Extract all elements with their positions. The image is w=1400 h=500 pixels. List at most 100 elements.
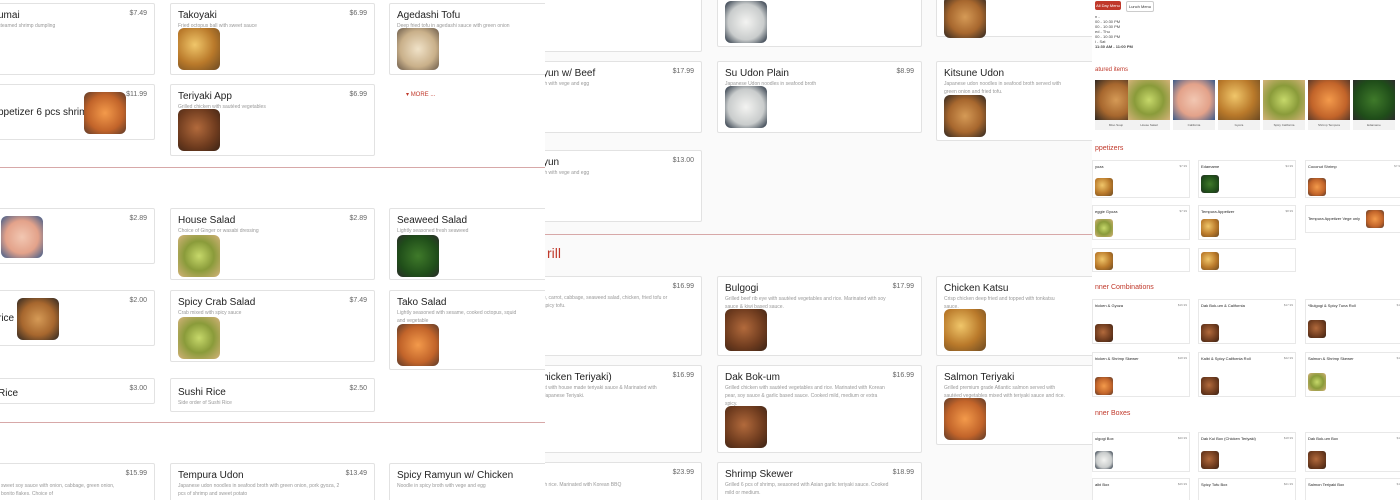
- item-desc: Choice of Ginger or wasabi dressing: [178, 228, 259, 234]
- menu-card[interactable]: Salmon & Shrimp Skewer $1: [1305, 352, 1400, 397]
- menu-card[interactable]: Coconut Shrimp $7.9: [1305, 160, 1400, 198]
- menu-card[interactable]: yoza $7.99: [1092, 160, 1190, 198]
- food-photo: [1095, 219, 1113, 237]
- menu-card[interactable]: hicken & Shrimp Skewer $18.99: [1092, 352, 1190, 397]
- card-name: Edamame: [1201, 164, 1220, 169]
- menu-item-card[interactable]: umai $7.49 steamed shrimp dumpling: [0, 3, 155, 75]
- menu-item-card[interactable]: [717, 0, 922, 47]
- menu-item-card[interactable]: Teriyaki App $6.99 Grilled chicken with …: [170, 84, 375, 156]
- item-name: umai: [0, 10, 20, 21]
- food-photo: [1, 216, 43, 258]
- item-desc: Grilled 6 pcs of shrimp, seasoned with A…: [725, 482, 889, 496]
- menu-item-card[interactable]: Spicy Crab Salad $7.49 Crab mixed with s…: [170, 290, 375, 362]
- menu-item-card[interactable]: Salmon Teriyaki Grilled premium grade At…: [936, 365, 1092, 445]
- menu-item-card[interactable]: hicken Teriyaki) $16.99 st with house ma…: [545, 365, 702, 453]
- menu-item-card[interactable]: Tako Salad Lightly seasoned with sesame,…: [389, 290, 545, 370]
- menu-item-card[interactable]: $16.99 e, carrot, cabbage, seaweed salad…: [545, 276, 702, 356]
- item-name: rice: [0, 313, 15, 324]
- menu-item-card[interactable]: ppetizer 6 pcs shrimp $11.99: [0, 84, 155, 140]
- food-photo: [1095, 252, 1113, 270]
- featured-item[interactable]: House Salad: [1128, 80, 1170, 130]
- menu-item-card[interactable]: $23.99 th rice. Marinated with Korean BB…: [545, 462, 702, 500]
- menu-item-card[interactable]: Shrimp Skewer $18.99 Grilled 6 pcs of sh…: [717, 462, 922, 500]
- more-link[interactable]: ▾ MORE ...: [406, 91, 435, 98]
- item-price: $16.99: [672, 372, 694, 379]
- menu-item-card[interactable]: [936, 0, 1092, 38]
- food-photo: [1201, 324, 1219, 342]
- menu-card[interactable]: Salmon Teriyaki Box $1: [1305, 478, 1400, 500]
- menu-item-card[interactable]: $2.89: [0, 208, 155, 264]
- food-photo: [944, 309, 986, 351]
- section-divider: [0, 167, 545, 168]
- menu-item-card[interactable]: Su Udon Plain $8.99 Japanese Udon noodle…: [717, 61, 922, 133]
- item-price: $6.99: [349, 91, 367, 98]
- appetizers-title: ppetizers: [1095, 145, 1124, 152]
- menu-item-card[interactable]: House Salad $2.89 Choice of Ginger or wa…: [170, 208, 375, 280]
- all-day-menu-button[interactable]: All Day Menu: [1095, 1, 1121, 10]
- menu-card[interactable]: Tempura Appetizer Vege only: [1305, 205, 1400, 233]
- menu-card[interactable]: [1092, 248, 1190, 272]
- item-desc: Lightly seasoned with sesame, cooked oct…: [397, 310, 517, 324]
- section-divider: [545, 234, 1092, 235]
- more-label: MORE ...: [410, 92, 436, 98]
- menu-item-card[interactable]: Spicy Ramyun w/ Chicken Noodle in spicy …: [389, 463, 545, 500]
- item-price: $16.99: [672, 283, 694, 290]
- menu-item-card[interactable]: Sushi Rice $2.50 Side order of Sushi Ric…: [170, 378, 375, 412]
- menu-card[interactable]: Kalbi & Spicy California Roll $22.99: [1198, 352, 1296, 397]
- featured-item[interactable]: Spicy California: [1263, 80, 1305, 130]
- menu-item-card[interactable]: Seaweed Salad Lightly seasoned fresh sea…: [389, 208, 545, 280]
- food-photo: [1366, 210, 1384, 228]
- menu-card[interactable]: albi Box $26.99: [1092, 478, 1190, 500]
- menu-item-card[interactable]: $15.99 sweet soy sauce with onion, cabba…: [0, 463, 155, 500]
- menu-card[interactable]: Dak Kui Box (Chicken Teriyaki) $18.99: [1198, 432, 1296, 472]
- menu-panel-middle: yun w/ Beef $17.99 th with vege and egg …: [545, 0, 1092, 500]
- item-desc: Grilled chicken with sautéed vegetables …: [725, 385, 885, 407]
- lunch-menu-button[interactable]: Lunch Menu: [1126, 1, 1154, 12]
- featured-item[interactable]: California: [1173, 80, 1215, 130]
- menu-card[interactable]: [1198, 248, 1296, 272]
- food-photo: [178, 235, 220, 277]
- menu-item-card[interactable]: yun $13.00 th with vege and egg: [545, 150, 702, 222]
- menu-card[interactable]: Edamame $4.99: [1198, 160, 1296, 198]
- menu-item-card[interactable]: Dak Bok-um $16.99 Grilled chicken with s…: [717, 365, 922, 453]
- menu-card[interactable]: Tempura Appetizer $8.99: [1198, 205, 1296, 240]
- menu-card[interactable]: eggie Gyoza $7.99: [1092, 205, 1190, 240]
- menu-item-card[interactable]: Chicken Katsu Crisp chicken deep fried a…: [936, 276, 1092, 356]
- item-desc: th with vege and egg: [545, 81, 590, 87]
- menu-card[interactable]: ulgogi Box $20.99: [1092, 432, 1190, 472]
- featured-item[interactable]: Edamame: [1353, 80, 1395, 130]
- food-photo: [725, 309, 767, 351]
- opening-hours: n - 00 - 10:30 PM 00 - 10:30 PM ed - Thu…: [1095, 14, 1133, 49]
- menu-card[interactable]: Dak Bok-um & California $17.99: [1198, 299, 1296, 344]
- menu-item-card[interactable]: Bulgogi $17.99 Grilled beef rib eye with…: [717, 276, 922, 356]
- item-name: Chicken Katsu: [944, 283, 1009, 294]
- card-price: $7.9: [1394, 164, 1400, 168]
- menu-item-card[interactable]: Agedashi Tofu Deep fried tofu in agedash…: [389, 3, 545, 75]
- item-name: Seaweed Salad: [397, 215, 468, 226]
- item-price: $2.89: [129, 215, 147, 222]
- food-photo: [1201, 175, 1219, 193]
- item-desc: steamed shrimp dumpling: [0, 23, 56, 29]
- food-photo: [725, 1, 767, 43]
- food-photo: [1095, 178, 1113, 196]
- menu-item-card[interactable]: yun w/ Beef $17.99 th with vege and egg: [545, 61, 702, 133]
- menu-item-card[interactable]: Rice $3.00: [0, 378, 155, 404]
- item-name: Agedashi Tofu: [397, 10, 461, 21]
- item-name: Dak Bok-um: [725, 372, 781, 383]
- menu-item-card[interactable]: Kitsune Udon Japanese udon noodles in se…: [936, 61, 1092, 141]
- menu-item-card[interactable]: Tempura Udon $13.49 Japanese udon noodle…: [170, 463, 375, 500]
- menu-card[interactable]: Dak Bok-um Box $1: [1305, 432, 1400, 472]
- item-name: Tako Salad: [397, 297, 447, 308]
- featured-item[interactable]: Shrimp Tempura: [1308, 80, 1350, 130]
- item-name: Sushi Rice: [178, 387, 226, 398]
- food-photo: [397, 324, 439, 366]
- chevron-down-icon: ▾: [406, 92, 410, 98]
- menu-card[interactable]: *Bulgogi & Spicy Tuna Roll $1: [1305, 299, 1400, 344]
- menu-item-card[interactable]: rice $2.00: [0, 290, 155, 346]
- featured-item[interactable]: Gyoza: [1218, 80, 1260, 130]
- menu-card[interactable]: Spicy Tofu Box $21.99: [1198, 478, 1296, 500]
- menu-card[interactable]: hicken & Gyoza $16.99: [1092, 299, 1190, 344]
- card-name: Spicy Tofu Box: [1201, 482, 1228, 487]
- menu-item-card[interactable]: Takoyaki $6.99 Fried octopus ball with s…: [170, 3, 375, 75]
- menu-item-card[interactable]: [545, 0, 702, 52]
